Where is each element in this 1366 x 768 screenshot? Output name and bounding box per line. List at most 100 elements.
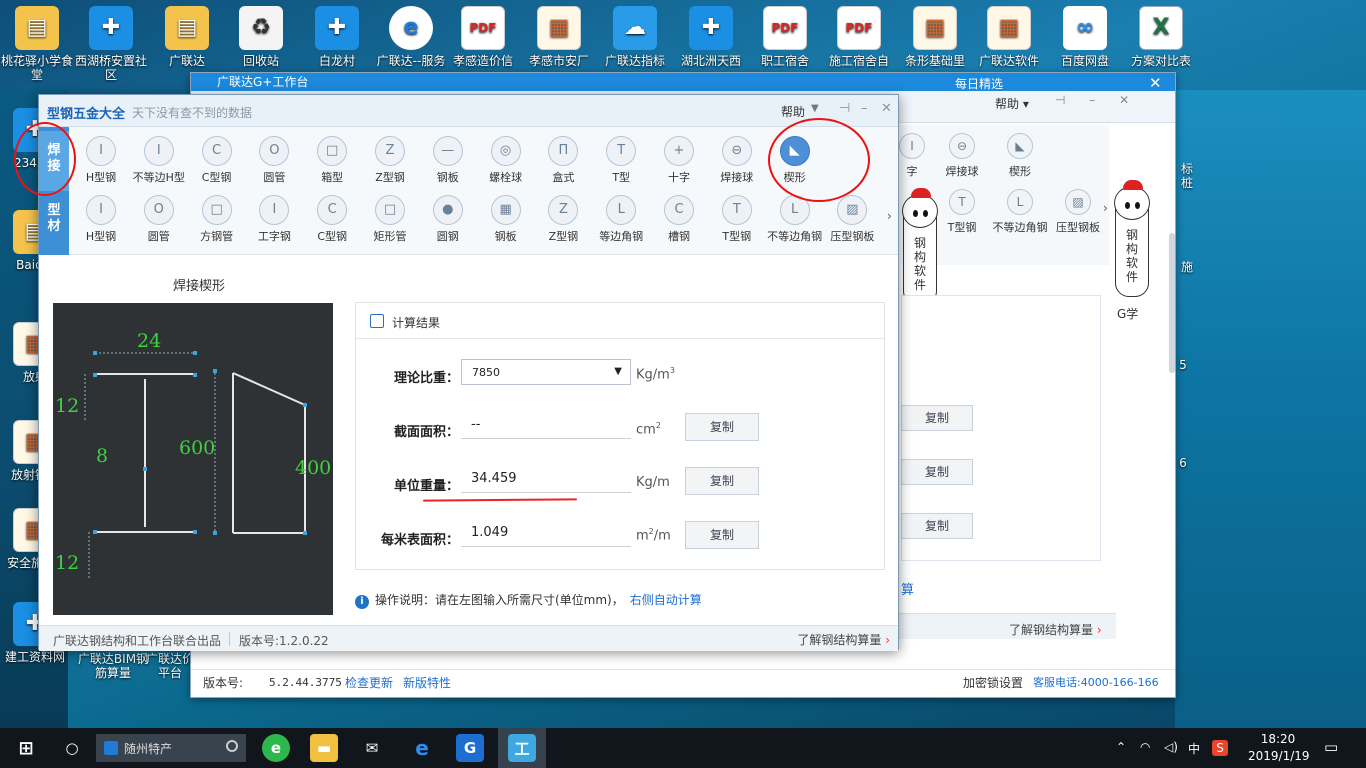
workbench-window-buttons[interactable]: ⊣ – ✕ bbox=[1055, 93, 1139, 107]
wb-tool-unequal-angle[interactable]: L 不等边角钢 bbox=[989, 189, 1051, 235]
tool-welded-6[interactable]: — 钢板 bbox=[417, 136, 479, 185]
daily-picks-link[interactable]: 每日精选 bbox=[955, 75, 1003, 92]
toolbar-next-arrow[interactable]: › bbox=[1103, 201, 1108, 215]
new-features-link[interactable]: 新版特性 bbox=[403, 670, 451, 696]
pin-icon[interactable]: ⊣ bbox=[839, 101, 850, 116]
desktop-icon-top-4[interactable]: ✚ 白龙村 bbox=[300, 6, 374, 68]
tool-profile-2[interactable]: □ 方钢管 bbox=[186, 195, 248, 244]
area-field[interactable]: -- bbox=[461, 413, 631, 439]
tool-profile-1[interactable]: O 圆管 bbox=[128, 195, 190, 244]
workbench-close-icon[interactable]: ✕ bbox=[1149, 74, 1162, 92]
dim-flange-top[interactable]: 12 bbox=[55, 395, 79, 417]
desktop-icon-top-13[interactable]: ▦ 广联达软件 bbox=[972, 6, 1046, 68]
dim-end-height[interactable]: 400 bbox=[295, 457, 331, 479]
chevron-right-icon[interactable]: › bbox=[887, 209, 892, 223]
tool-welded-4[interactable]: □ 箱型 bbox=[301, 136, 363, 185]
desktop-icon-top-9[interactable]: ✚ 湖北洲天西 bbox=[674, 6, 748, 68]
copy-weight-button[interactable]: 复制 bbox=[685, 467, 759, 495]
chevron-down-icon[interactable]: ▼ bbox=[811, 103, 819, 114]
wb-learn-link[interactable]: 了解钢结构算量 › bbox=[1009, 621, 1102, 638]
wb-auto-calc-link[interactable]: 算 bbox=[901, 579, 914, 598]
desktop-icon-top-11[interactable]: PDF 施工宿舍自 bbox=[822, 6, 896, 68]
minimize-icon[interactable]: – bbox=[861, 101, 868, 116]
mail-icon[interactable]: ✉ bbox=[358, 734, 386, 762]
browser-360-icon[interactable]: e bbox=[262, 734, 290, 762]
workbench-title-bar[interactable]: 广联达G+工作台 bbox=[191, 73, 1175, 91]
glodon-app-icon[interactable]: G bbox=[456, 734, 484, 762]
desktop-icon-top-7[interactable]: ▦ 孝感市安厂 bbox=[522, 6, 596, 68]
clock[interactable]: 18:20 2019/1/19 bbox=[1248, 731, 1310, 765]
desktop-icon-top-10[interactable]: PDF 职工宿舍 bbox=[748, 6, 822, 68]
tab-profile[interactable]: 型材 bbox=[39, 191, 69, 251]
tool-profile-0[interactable]: I H型钢 bbox=[70, 195, 132, 244]
network-icon[interactable]: ◠ bbox=[1140, 740, 1150, 754]
desktop-icon-top-15[interactable]: X 方案对比表 bbox=[1124, 6, 1198, 68]
desktop-icon-top-1[interactable]: ✚ 西湖桥安置社区 bbox=[74, 6, 148, 82]
tool-welded-2[interactable]: C C型钢 bbox=[186, 136, 248, 185]
desktop-icon-top-0[interactable]: ▤ 桃花驿小学食堂 bbox=[0, 6, 74, 82]
wb-copy-button-3[interactable]: 复制 bbox=[901, 513, 973, 539]
desktop-icon-top-2[interactable]: ▤ 广联达 bbox=[150, 6, 224, 68]
tool-profile-12[interactable]: L 不等边角钢 bbox=[764, 195, 826, 244]
tool-profile-9[interactable]: L 等边角钢 bbox=[590, 195, 652, 244]
tool-welded-5[interactable]: Z Z型钢 bbox=[359, 136, 421, 185]
wb-tool-wedge[interactable]: ◣ 楔形 bbox=[989, 133, 1051, 179]
copy-area-button[interactable]: 复制 bbox=[685, 413, 759, 441]
wb-tool-profiled-plate[interactable]: ▨ 压型钢板 bbox=[1047, 189, 1109, 235]
tool-welded-10[interactable]: + 十字 bbox=[648, 136, 710, 185]
dim-height[interactable]: 600 bbox=[179, 437, 215, 459]
desktop-icon-price[interactable]: 广联达价平台 bbox=[146, 652, 194, 680]
show-hidden-icons[interactable]: ⌃ bbox=[1116, 740, 1126, 754]
tool-profile-7[interactable]: ▦ 钢板 bbox=[475, 195, 537, 244]
dim-flange-bottom[interactable]: 12 bbox=[55, 552, 79, 574]
desktop-icon-top-3[interactable]: ♻ 回收站 bbox=[224, 6, 298, 68]
surface-field[interactable]: 1.049 bbox=[461, 521, 631, 547]
help-menu[interactable]: 帮助 bbox=[781, 103, 805, 120]
desktop-icon-top-5[interactable]: e 广联达--服务 bbox=[374, 6, 448, 68]
tool-welded-8[interactable]: Π 盒式 bbox=[532, 136, 594, 185]
tool-welded-9[interactable]: T T型 bbox=[590, 136, 652, 185]
windows-start-icon[interactable]: ⊞ bbox=[12, 734, 40, 762]
tool-profile-11[interactable]: T T型钢 bbox=[706, 195, 768, 244]
g-learn-label[interactable]: G学 bbox=[1117, 305, 1138, 322]
tool-profile-10[interactable]: C 槽钢 bbox=[648, 195, 710, 244]
wb-copy-button-1[interactable]: 复制 bbox=[901, 405, 973, 431]
desktop-icon-top-8[interactable]: ☁ 广联达指标 bbox=[598, 6, 672, 68]
dim-top-width[interactable]: 24 bbox=[137, 330, 161, 352]
auto-calc-link[interactable]: 右侧自动计算 bbox=[630, 593, 702, 607]
dongle-settings-link[interactable]: 加密锁设置 bbox=[963, 670, 1023, 696]
wb-tool-weld-ball[interactable]: ⊖ 焊接球 bbox=[931, 133, 993, 179]
tool-profile-5[interactable]: □ 矩形管 bbox=[359, 195, 421, 244]
notification-icon[interactable]: ▭ bbox=[1324, 738, 1338, 756]
file-explorer-icon[interactable]: ▬ bbox=[310, 734, 338, 762]
taskbar-search[interactable]: 随州特产 bbox=[96, 734, 246, 762]
tool-profile-13[interactable]: ▨ 压型钢板 bbox=[821, 195, 883, 244]
density-select[interactable]: 7850 ▼ bbox=[461, 359, 631, 385]
copy-surface-button[interactable]: 复制 bbox=[685, 521, 759, 549]
tool-welded-0[interactable]: I H型钢 bbox=[70, 136, 132, 185]
desktop-icon-top-14[interactable]: ∞ 百度网盘 bbox=[1048, 6, 1122, 68]
wb-copy-button-2[interactable]: 复制 bbox=[901, 459, 973, 485]
workbench-scrollbar[interactable] bbox=[1169, 233, 1175, 373]
weight-field[interactable]: 34.459 bbox=[461, 467, 631, 493]
tool-welded-3[interactable]: O 圆管 bbox=[243, 136, 305, 185]
volume-icon[interactable]: ◁) bbox=[1164, 740, 1178, 754]
dim-web[interactable]: 8 bbox=[96, 445, 108, 467]
cortana-icon[interactable]: ○ bbox=[58, 734, 86, 762]
tool-welded-11[interactable]: ⊖ 焊接球 bbox=[706, 136, 768, 185]
workbench-help-menu[interactable]: 帮助 ▾ bbox=[995, 95, 1029, 112]
learn-steel-link[interactable]: 了解钢结构算量 › bbox=[797, 631, 890, 648]
tool-welded-7[interactable]: ◎ 螺栓球 bbox=[475, 136, 537, 185]
close-icon[interactable]: ✕ bbox=[881, 101, 892, 116]
desktop-icon-bim[interactable]: 广联达BIM钢筋算量 bbox=[76, 652, 150, 680]
desktop-icon-top-12[interactable]: ▦ 条形基础里 bbox=[898, 6, 972, 68]
input-language[interactable]: 中 bbox=[1188, 740, 1200, 757]
tool-profile-3[interactable]: I 工字钢 bbox=[243, 195, 305, 244]
tool-profile-6[interactable]: ● 圆钢 bbox=[417, 195, 479, 244]
tool-profile-4[interactable]: C C型钢 bbox=[301, 195, 363, 244]
check-update-link[interactable]: 检查更新 bbox=[345, 670, 393, 696]
desktop-icon-top-6[interactable]: PDF 孝感造价信 bbox=[446, 6, 520, 68]
sogou-ime-icon[interactable]: S bbox=[1212, 740, 1228, 756]
tool-profile-8[interactable]: Z Z型钢 bbox=[532, 195, 594, 244]
tool-welded-1[interactable]: I 不等边H型 bbox=[128, 136, 190, 185]
